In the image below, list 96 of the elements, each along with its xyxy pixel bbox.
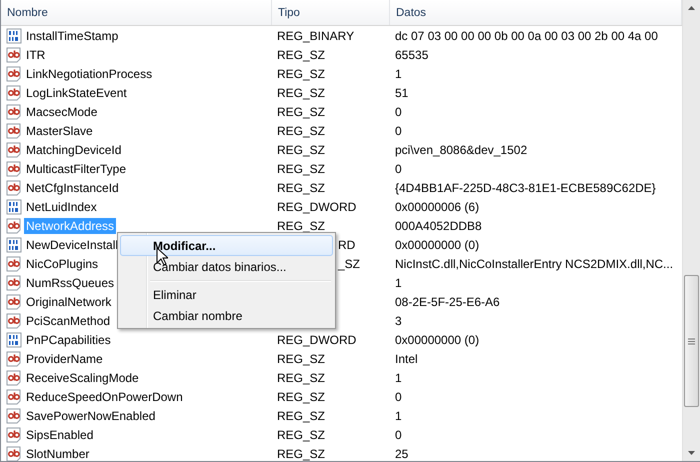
value-name[interactable]: InstallTimeStamp: [24, 28, 120, 44]
string-value-icon: [6, 218, 22, 234]
value-data: 1: [395, 370, 402, 384]
string-value-icon: [6, 426, 22, 442]
menu-item[interactable]: Eliminar: [120, 284, 333, 305]
value-name[interactable]: SavePowerNowEnabled: [24, 408, 158, 424]
value-data: 0: [395, 390, 402, 404]
value-type: REG_SZ: [277, 408, 326, 422]
string-value-icon: [6, 46, 22, 62]
value-data: dc 07 03 00 00 00 0b 00 0a 00 03 00 2b 00 4a 00: [395, 28, 658, 42]
string-value-icon: [6, 388, 22, 404]
string-value-icon: [6, 370, 22, 386]
value-name[interactable]: MasterSlave: [24, 122, 95, 138]
value-type: REG_SZ: [277, 180, 326, 194]
string-value-icon: [6, 408, 22, 424]
column-header[interactable]: Tipo: [272, 0, 390, 25]
value-name[interactable]: ReduceSpeedOnPowerDown: [24, 388, 185, 404]
value-data: 0x00000000 (0): [395, 238, 480, 252]
value-name[interactable]: MatchingDeviceId: [24, 142, 124, 158]
string-value-icon: [6, 446, 22, 461]
string-value-icon: [6, 122, 22, 138]
value-data: Intel: [395, 352, 418, 366]
value-type: REG_SZ: [277, 218, 326, 232]
value-type: RD: [338, 238, 356, 252]
string-value-icon: [6, 294, 22, 310]
binary-value-icon: [6, 332, 22, 348]
value-data: 1: [395, 66, 402, 80]
value-name[interactable]: SipsEnabled: [24, 426, 96, 442]
string-value-icon: [6, 160, 22, 176]
value-data: 1: [395, 276, 402, 290]
value-name[interactable]: NicCoPlugins: [24, 256, 100, 272]
value-name[interactable]: NetCfgInstanceId: [24, 180, 121, 196]
value-type: REG_SZ: [277, 352, 326, 366]
value-name[interactable]: PciScanMethod: [24, 312, 112, 328]
value-type: REG_SZ: [277, 370, 326, 384]
value-name[interactable]: PnPCapabilities: [24, 332, 113, 348]
string-value-icon: [6, 180, 22, 196]
value-type: REG_SZ: [277, 142, 326, 156]
value-name[interactable]: NewDeviceInstall: [24, 236, 120, 252]
value-type: REG_SZ: [277, 428, 326, 442]
value-name[interactable]: SlotNumber: [24, 446, 92, 461]
value-data: pci\ven_8086&dev_1502: [395, 142, 528, 156]
value-data: 0: [395, 162, 402, 176]
string-value-icon: [6, 256, 22, 272]
value-data: 1: [395, 408, 402, 422]
value-data: NicInstC.dll,NicCoInstallerEntry NCS2DMIX.dll,NC...: [395, 256, 674, 270]
value-type: REG_SZ: [277, 390, 326, 404]
menu-item[interactable]: Cambiar nombre: [120, 305, 333, 326]
value-data: 0x00000000 (0): [395, 332, 480, 346]
value-type: REG_SZ: [277, 446, 326, 460]
menu-item[interactable]: Cambiar datos binarios...: [120, 256, 333, 277]
vertical-scrollbar[interactable]: [682, 0, 700, 461]
value-type: REG_SZ: [277, 86, 326, 100]
value-name[interactable]: ReceiveScalingMode: [24, 370, 141, 386]
column-header[interactable]: Nombre: [1, 0, 272, 25]
string-value-icon: [6, 350, 22, 366]
value-name[interactable]: MacsecMode: [24, 104, 100, 120]
string-value-icon: [6, 142, 22, 158]
string-value-icon: [6, 66, 22, 82]
scroll-thumb[interactable]: [684, 275, 699, 407]
value-type: _SZ: [338, 256, 360, 270]
value-name[interactable]: ITR: [24, 46, 48, 62]
value-data: 08-2E-5F-25-E6-A6: [395, 294, 500, 308]
value-data: 51: [395, 86, 408, 100]
value-data: 000A4052DDB8: [395, 218, 482, 232]
string-value-icon: [6, 84, 22, 100]
value-data: 3: [395, 314, 402, 328]
value-name[interactable]: LogLinkStateEvent: [24, 84, 129, 100]
value-type: REG_SZ: [277, 48, 326, 62]
value-data: 65535: [395, 48, 428, 62]
value-name[interactable]: NetLuidIndex: [24, 198, 99, 214]
value-data: 0: [395, 428, 402, 442]
value-name[interactable]: OriginalNetwork: [24, 294, 114, 310]
string-value-icon: [6, 104, 22, 120]
value-name[interactable]: MulticastFilterType: [24, 160, 128, 176]
value-type: REG_SZ: [277, 162, 326, 176]
binary-value-icon: [6, 198, 22, 214]
string-value-icon: [6, 274, 22, 290]
value-data: 0: [395, 104, 402, 118]
value-type: REG_DWORD: [277, 332, 356, 346]
value-data: 25: [395, 446, 408, 460]
value-data: 0: [395, 124, 402, 138]
value-type: REG_SZ: [277, 104, 326, 118]
string-value-icon: [6, 312, 22, 328]
value-name[interactable]: LinkNegotiationProcess: [24, 66, 154, 82]
value-data: {4D4BB1AF-225D-48C3-81E1-ECBE589C62DE}: [395, 180, 656, 194]
value-data: 0x00000006 (6): [395, 200, 480, 214]
value-type: REG_SZ: [277, 66, 326, 80]
binary-value-icon: [6, 236, 22, 252]
value-type: REG_DWORD: [277, 200, 356, 214]
value-name[interactable]: ProviderName: [24, 350, 105, 366]
value-name[interactable]: NumRssQueues: [24, 274, 116, 290]
value-type: REG_BINARY: [277, 28, 354, 42]
menu-item[interactable]: Modificar...: [120, 235, 333, 256]
value-type: REG_SZ: [277, 124, 326, 138]
binary-value-icon: [6, 28, 22, 44]
